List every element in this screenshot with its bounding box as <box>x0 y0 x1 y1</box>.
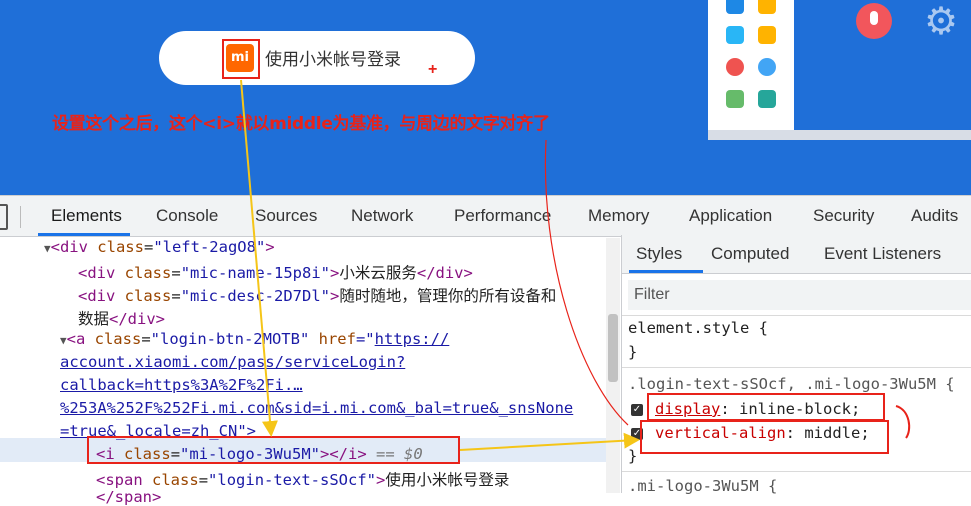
arrow-i-tag-to-css <box>459 432 640 451</box>
annotation-arrows <box>240 79 911 451</box>
arrow-note-to-css <box>544 139 629 426</box>
annotation-bracket <box>895 405 911 439</box>
arrow-logo-to-i-tag <box>240 79 278 437</box>
